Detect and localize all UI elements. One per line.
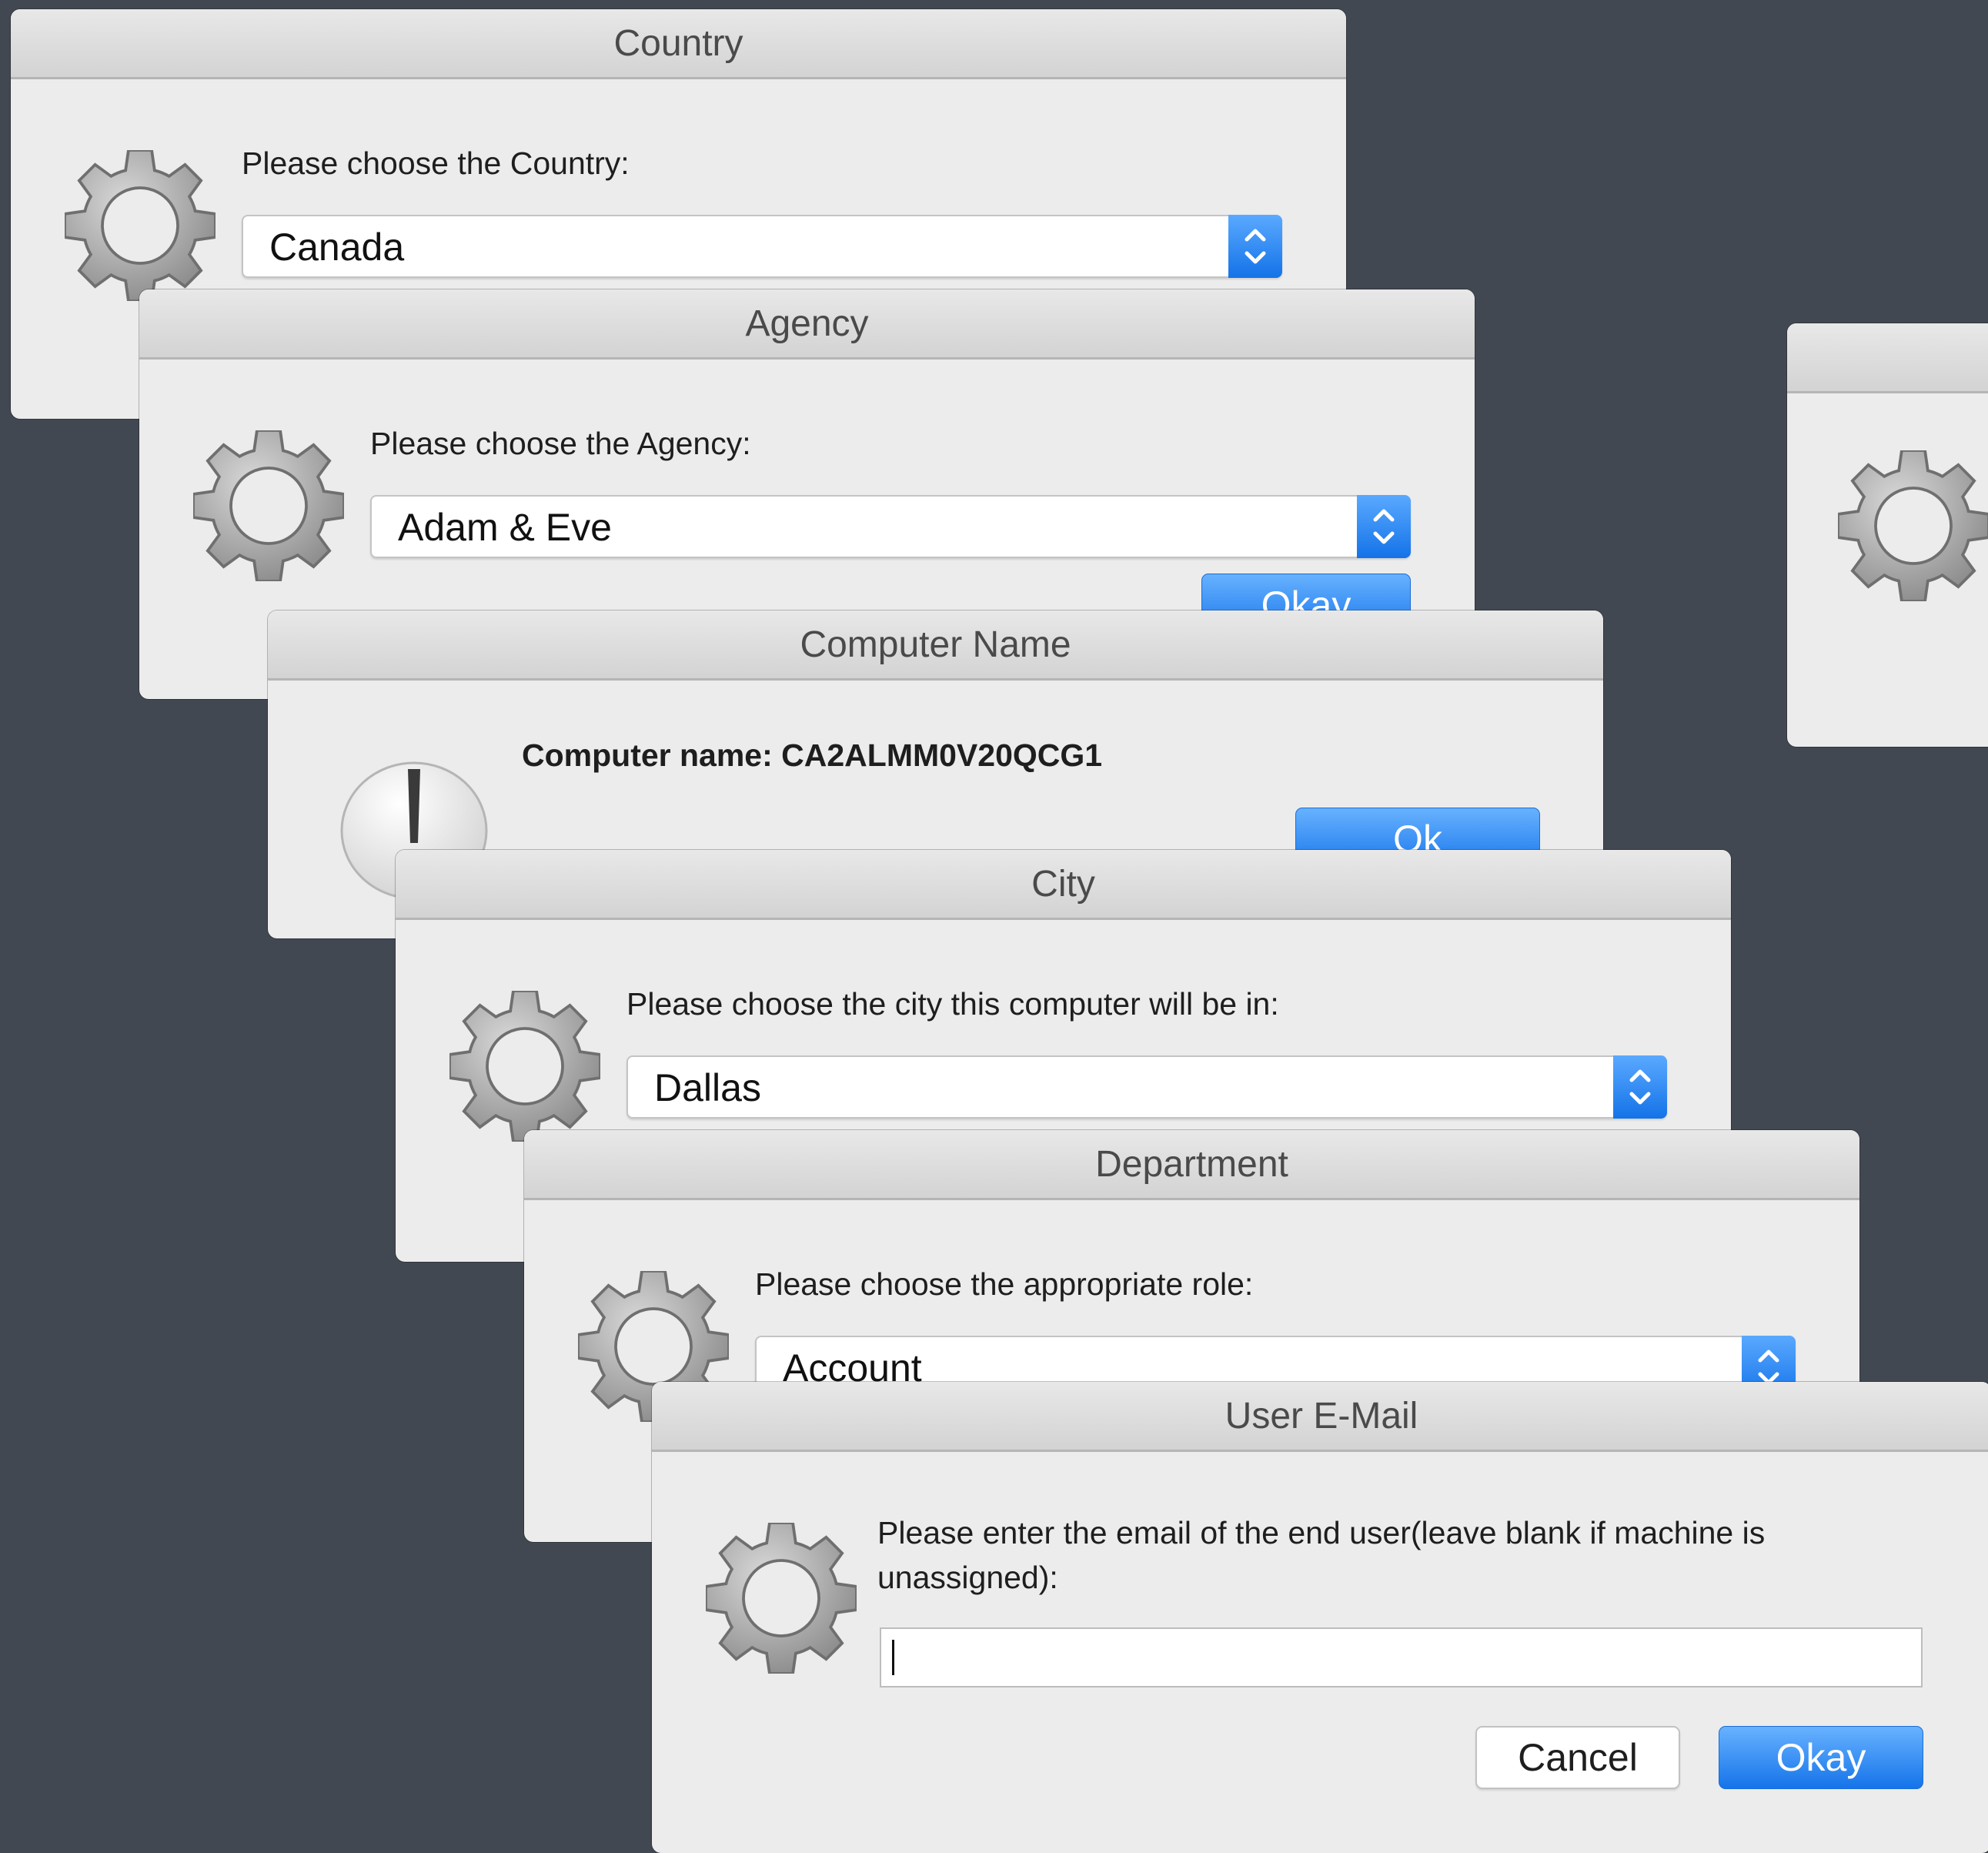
offscreen-dialog-titlebar [1787,323,1988,393]
dialog-title[interactable]: Agency [139,289,1475,360]
cancel-button[interactable]: Cancel [1475,1726,1680,1789]
chevron-updown-icon [1357,495,1411,558]
gear-icon [706,1523,857,1674]
user-email-dialog: User E-Mail Please enter the email of th… [652,1382,1988,1853]
email-input[interactable] [880,1627,1923,1687]
dialog-title[interactable]: User E-Mail [652,1382,1988,1452]
city-select-value: Dallas [654,1066,761,1109]
dialog-title[interactable]: Computer Name [268,610,1603,681]
computer-name-message: Computer name: CA2ALMM0V20QCG1 [522,738,1103,773]
gear-icon [1838,450,1988,601]
city-prompt: Please choose the city this computer wil… [626,986,1279,1022]
country-prompt: Please choose the Country: [242,145,630,181]
gear-icon [193,430,344,581]
gear-icon [449,991,600,1142]
email-prompt-line1: Please enter the email of the end user(l… [877,1515,1766,1550]
offscreen-dialog [1787,323,1988,747]
dialog-title[interactable]: Country [11,9,1346,79]
chevron-updown-icon [1613,1055,1667,1119]
dialog-title[interactable]: Department [524,1130,1859,1200]
okay-button[interactable]: Okay [1719,1726,1923,1789]
city-select[interactable]: Dallas [626,1055,1667,1119]
gear-icon [65,150,216,301]
chevron-updown-icon [1228,215,1282,278]
country-select-value: Canada [269,226,405,269]
agency-prompt: Please choose the Agency: [370,426,751,461]
department-prompt: Please choose the appropriate role: [755,1266,1254,1302]
text-caret [892,1640,894,1675]
email-prompt-line2: unassigned): [877,1560,1058,1595]
dialog-title[interactable]: City [396,850,1731,920]
agency-select-value: Adam & Eve [398,506,612,549]
agency-select[interactable]: Adam & Eve [370,495,1411,558]
country-select[interactable]: Canada [242,215,1282,278]
